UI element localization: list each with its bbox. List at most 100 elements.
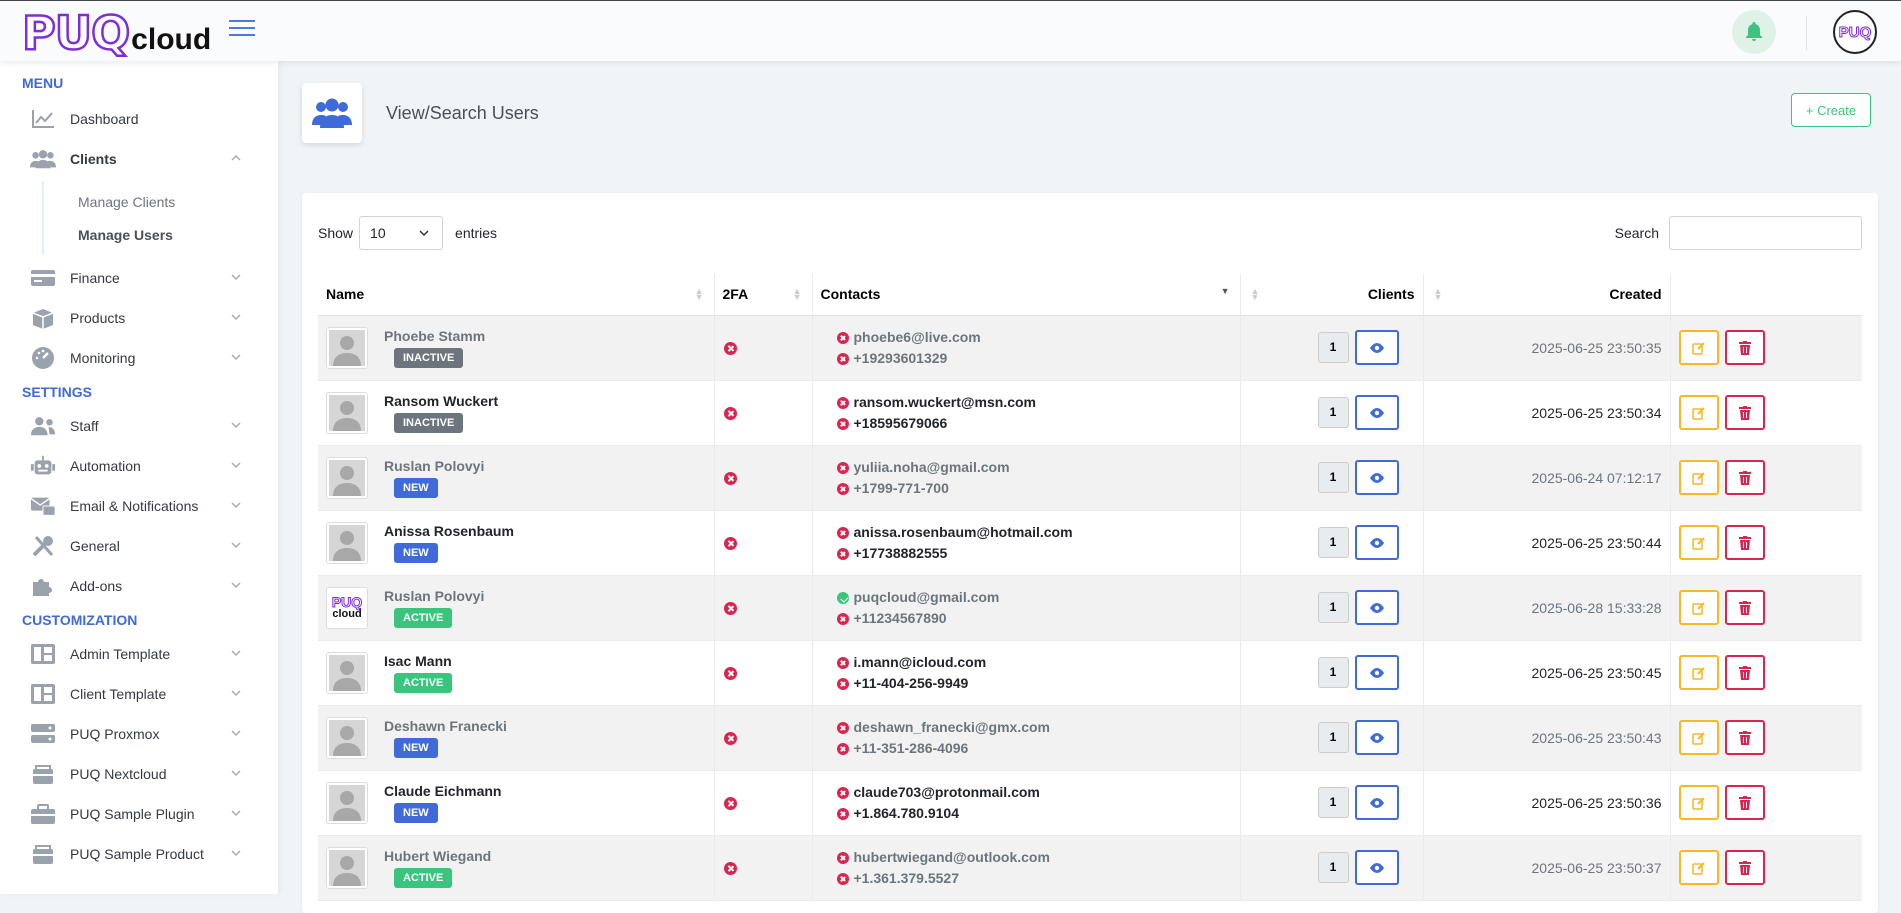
notifications-button[interactable] bbox=[1732, 10, 1776, 54]
delete-button[interactable] bbox=[1724, 460, 1765, 495]
user-name[interactable]: Isac Mann bbox=[384, 653, 452, 669]
unverified-icon bbox=[836, 396, 849, 409]
email-text: ransom.wuckert@msn.com bbox=[853, 393, 1037, 410]
edit-icon bbox=[1691, 341, 1705, 355]
contacts-cell: yuliia.noha@gmail.com +1799-771-700 bbox=[812, 445, 1241, 511]
delete-button[interactable] bbox=[1724, 655, 1765, 690]
table-row: PUQ cloud Ruslan Polovyi ACTIVE puqcloud@gma… bbox=[318, 575, 1862, 641]
table-header-row: Name ▲ ▼ 2FA ▲ ▼ Contacts ▼ ▲ ▼ Clients ▲ ▼ Creat… bbox=[318, 274, 1862, 316]
view-clients-button[interactable] bbox=[1354, 460, 1399, 495]
edit-button[interactable] bbox=[1678, 330, 1719, 365]
users-icon bbox=[30, 415, 56, 437]
column-header-name[interactable]: Name ▲ ▼ bbox=[318, 274, 715, 316]
user-name[interactable]: Ruslan Polovyi bbox=[384, 458, 484, 474]
sidebar-item-manage-users[interactable]: Manage Users bbox=[78, 219, 278, 252]
contacts-cell: phoebe6@live.com +19293601329 bbox=[812, 315, 1241, 381]
view-clients-button[interactable] bbox=[1354, 525, 1399, 560]
2fa-disabled-icon bbox=[723, 472, 737, 486]
sidebar-item-automation[interactable]: Automation bbox=[0, 446, 278, 486]
sidebar-item-label: PUQ Sample Plugin bbox=[70, 806, 195, 822]
puqcloud-logo-avatar: PUQ cloud bbox=[331, 593, 363, 620]
created-cell: 2025-06-25 23:50:43 bbox=[1423, 705, 1671, 771]
column-header-created[interactable]: ▲ ▼ Created bbox=[1423, 274, 1671, 316]
clients-cell: 1 bbox=[1240, 445, 1424, 511]
actions-cell bbox=[1670, 380, 1862, 446]
edit-button[interactable] bbox=[1678, 655, 1719, 690]
column-header-2fa[interactable]: 2FA ▲ ▼ bbox=[714, 274, 813, 316]
sidebar-item-client-template[interactable]: Client Template bbox=[0, 674, 278, 714]
sidebar-item-admin-template[interactable]: Admin Template bbox=[0, 634, 278, 674]
sidebar-item-manage-clients[interactable]: Manage Clients bbox=[78, 186, 278, 219]
sidebar-item-dashboard[interactable]: Dashboard bbox=[0, 99, 278, 139]
phone-line: +19293601329 bbox=[836, 348, 1232, 369]
sidebar-item-puq-sample-plugin[interactable]: PUQ Sample Plugin bbox=[0, 794, 278, 834]
user-avatar bbox=[326, 846, 368, 889]
chevron-down-icon bbox=[231, 274, 241, 281]
sidebar-item-email-notifications[interactable]: Email & Notifications bbox=[0, 486, 278, 526]
actions-cell bbox=[1670, 705, 1862, 771]
trash-icon bbox=[1738, 860, 1751, 875]
sidebar-item-products[interactable]: Products bbox=[0, 298, 278, 338]
view-clients-button[interactable] bbox=[1354, 720, 1399, 755]
view-clients-button[interactable] bbox=[1354, 395, 1399, 430]
sidebar-item-label: Automation bbox=[70, 458, 141, 474]
hamburger-menu-icon[interactable] bbox=[229, 20, 255, 40]
sidebar-item-label: Finance bbox=[70, 270, 120, 286]
delete-button[interactable] bbox=[1724, 395, 1765, 430]
user-name[interactable]: Ransom Wuckert bbox=[384, 393, 498, 409]
column-header-clients[interactable]: ▲ ▼ Clients bbox=[1240, 274, 1424, 316]
sidebar-item-clients[interactable]: Clients bbox=[0, 139, 278, 179]
view-clients-button[interactable] bbox=[1354, 590, 1399, 625]
sidebar-item-staff[interactable]: Staff bbox=[0, 406, 278, 446]
app-logo[interactable]: PUQ cloud bbox=[21, 9, 211, 58]
edit-button[interactable] bbox=[1678, 720, 1719, 755]
column-header-contacts[interactable]: Contacts ▼ bbox=[812, 274, 1241, 316]
view-clients-button[interactable] bbox=[1354, 850, 1399, 885]
edit-button[interactable] bbox=[1678, 395, 1719, 430]
user-name[interactable]: Claude Eichmann bbox=[384, 783, 501, 799]
user-name[interactable]: Phoebe Stamm bbox=[384, 328, 485, 344]
create-button[interactable]: + Create bbox=[1791, 93, 1871, 127]
clients-cell: 1 bbox=[1240, 380, 1424, 446]
delete-button[interactable] bbox=[1724, 850, 1765, 885]
delete-button[interactable] bbox=[1724, 525, 1765, 560]
view-clients-button[interactable] bbox=[1354, 785, 1399, 820]
search-input[interactable] bbox=[1669, 216, 1862, 250]
delete-button[interactable] bbox=[1724, 330, 1765, 365]
view-clients-button[interactable] bbox=[1354, 330, 1399, 365]
sidebar-item-general[interactable]: General bbox=[0, 526, 278, 566]
user-name[interactable]: Ruslan Polovyi bbox=[384, 588, 484, 604]
delete-button[interactable] bbox=[1724, 590, 1765, 625]
contacts-cell: puqcloud@gmail.com +11234567890 bbox=[812, 575, 1241, 641]
edit-button[interactable] bbox=[1678, 785, 1719, 820]
sidebar-item-puq-proxmox[interactable]: PUQ Proxmox bbox=[0, 714, 278, 754]
delete-button[interactable] bbox=[1724, 720, 1765, 755]
sidebar-item-finance[interactable]: Finance bbox=[0, 258, 278, 298]
edit-button[interactable] bbox=[1678, 460, 1719, 495]
email-line: anissa.rosenbaum@hotmail.com bbox=[836, 522, 1232, 543]
email-text: deshawn_franecki@gmx.com bbox=[853, 718, 1051, 735]
view-clients-button[interactable] bbox=[1354, 655, 1399, 690]
user-avatar bbox=[326, 521, 368, 564]
user-name[interactable]: Hubert Wiegand bbox=[384, 848, 491, 864]
unverified-icon bbox=[836, 352, 849, 365]
sidebar-item-monitoring[interactable]: Monitoring bbox=[0, 338, 278, 378]
credit-card-icon bbox=[30, 267, 56, 289]
delete-button[interactable] bbox=[1724, 785, 1765, 820]
entries-select[interactable]: 10 bbox=[359, 216, 444, 250]
2fa-cell bbox=[714, 575, 813, 641]
email-line: claude703@protonmail.com bbox=[836, 782, 1232, 803]
edit-button[interactable] bbox=[1678, 525, 1719, 560]
user-name[interactable]: Deshawn Franecki bbox=[384, 718, 507, 734]
clients-cell: 1 bbox=[1240, 510, 1424, 576]
sidebar-item-addons[interactable]: Add-ons bbox=[0, 566, 278, 606]
contacts-cell: deshawn_franecki@gmx.com +11-351-286-4096 bbox=[812, 705, 1241, 771]
user-avatar-button[interactable]: PUQ bbox=[1833, 10, 1877, 54]
user-name[interactable]: Anissa Rosenbaum bbox=[384, 523, 514, 539]
edit-button[interactable] bbox=[1678, 590, 1719, 625]
phone-text: +11-404-256-9949 bbox=[853, 674, 969, 691]
unverified-icon bbox=[836, 612, 849, 625]
sidebar-item-puq-nextcloud[interactable]: PUQ Nextcloud bbox=[0, 754, 278, 794]
edit-button[interactable] bbox=[1678, 850, 1719, 885]
sidebar-item-puq-sample-product[interactable]: PUQ Sample Product bbox=[0, 834, 278, 874]
